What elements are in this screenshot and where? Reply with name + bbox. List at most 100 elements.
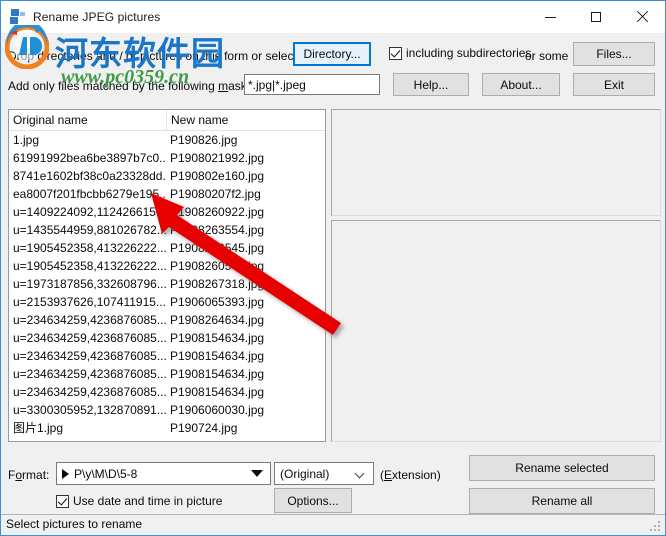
table-row[interactable]: 1.jpg P190826.jpg: [9, 131, 325, 149]
table-row[interactable]: 图片1.jpg P190724.jpg: [9, 419, 325, 437]
cell-original-name: 61991992bea6be3897b7c0...: [13, 151, 166, 165]
preview-panel-bottom[interactable]: [331, 220, 661, 442]
table-row[interactable]: u=234634259,4236876085... P1908154634.jpg: [9, 347, 325, 365]
table-row[interactable]: u=2153937626,107411915... P1906065393.jpg: [9, 293, 325, 311]
minimize-button[interactable]: [527, 1, 573, 33]
file-list[interactable]: Original name New name 1.jpg P190826.jpg 6…: [8, 109, 326, 442]
title-bar: Rename JPEG pictures: [1, 1, 665, 33]
app-icon: [10, 9, 26, 25]
cell-new-name: P1908154634.jpg: [170, 331, 265, 345]
cell-original-name: u=1973187856,332608796...: [13, 277, 166, 291]
use-date-and-time-checkbox[interactable]: Use date and time in picture: [56, 494, 222, 508]
chevron-down-icon[interactable]: [356, 470, 364, 478]
cell-new-name: P1906065393.jpg: [170, 295, 265, 309]
maximize-icon: [591, 12, 601, 22]
play-triangle-icon: [62, 468, 69, 479]
cell-original-name: u=1435544959,881026782...: [13, 223, 166, 237]
rename-all-button[interactable]: Rename all: [469, 488, 655, 514]
or-some-label: or some: [525, 49, 569, 63]
cell-original-name: u=1905452358,413226222...: [13, 259, 166, 273]
cell-original-name: u=234634259,4236876085...: [13, 367, 166, 381]
format-combo[interactable]: P\y\M\D\5-8: [56, 462, 271, 485]
including-subdirectories-checkbox[interactable]: including subdirectories,: [389, 46, 535, 60]
cell-new-name: P1908154634.jpg: [170, 349, 265, 363]
cell-new-name: P1908021992.jpg: [170, 151, 265, 165]
resize-grip-icon[interactable]: [650, 521, 662, 533]
use-date-and-time-label: Use date and time in picture: [73, 494, 223, 508]
cell-original-name: u=2153937626,107411915...: [13, 295, 166, 309]
checkbox-checked-icon: [389, 46, 402, 60]
cell-new-name: P1908263554.jpg: [170, 223, 265, 237]
file-list-body: 1.jpg P190826.jpg 61991992bea6be3897b7c0..…: [9, 131, 325, 437]
cell-original-name: 1.jpg: [13, 133, 40, 147]
format-label: Format:: [8, 468, 50, 482]
options-button[interactable]: Options...: [274, 488, 352, 513]
cell-original-name: 8741e1602bf38c0a23328dd...: [13, 169, 166, 183]
format-combo-value: P\y\M\D\5-8: [74, 466, 138, 481]
table-row[interactable]: u=234634259,4236876085... P1908154634.jpg: [9, 383, 325, 401]
mask-input[interactable]: [244, 74, 380, 95]
directory-button[interactable]: Directory...: [293, 42, 371, 66]
drop-hint-label: Drop directories and / or pictures on th…: [8, 49, 307, 63]
cell-original-name: u=1905452358,413226222...: [13, 241, 166, 255]
table-row[interactable]: u=1973187856,332608796... P1908267318.jpg: [9, 275, 325, 293]
cell-original-name: u=234634259,4236876085...: [13, 349, 166, 363]
table-row[interactable]: ea8007f201fbcbb6279e195... P19080207f2.jp…: [9, 185, 325, 203]
rename-jpeg-pictures-window: Rename JPEG pictures Drop directories an…: [0, 0, 666, 536]
table-row[interactable]: u=234634259,4236876085... P1908154634.jpg: [9, 329, 325, 347]
maximize-button[interactable]: [573, 1, 619, 33]
help-button[interactable]: Help...: [393, 73, 469, 96]
table-row[interactable]: u=1905452358,413226222... P1908260545.jpg: [9, 239, 325, 257]
table-row[interactable]: u=1905452358,413226222... P1908260545.jpg: [9, 257, 325, 275]
cell-original-name: u=3300305952,132870891...: [13, 403, 166, 417]
files-button[interactable]: Files...: [573, 42, 655, 66]
cell-new-name: P190802e160.jpg: [170, 169, 265, 183]
cell-new-name: P1908154634.jpg: [170, 367, 265, 381]
cell-original-name: 图片1.jpg: [13, 421, 64, 435]
cell-original-name: u=234634259,4236876085...: [13, 313, 166, 327]
format-combo-value-wrap: P\y\M\D\5-8: [57, 467, 251, 481]
table-row[interactable]: u=3300305952,132870891... P1906060030.jpg: [9, 401, 325, 419]
extension-combo[interactable]: (Original): [274, 462, 374, 485]
chevron-down-icon[interactable]: [251, 470, 263, 477]
table-row[interactable]: u=234634259,4236876085... P1908264634.jpg: [9, 311, 325, 329]
cell-original-name: u=234634259,4236876085...: [13, 331, 166, 345]
cell-new-name: P1908154634.jpg: [170, 385, 265, 399]
status-bar: Select pictures to rename: [1, 514, 665, 535]
close-icon: [636, 11, 648, 23]
window-title: Rename JPEG pictures: [33, 10, 161, 24]
cell-original-name: u=1409224092,112426615...: [13, 205, 166, 219]
extension-label: (Extension): [380, 468, 441, 482]
cell-new-name: P1908260545.jpg: [170, 241, 265, 255]
preview-panel-top[interactable]: [331, 109, 661, 216]
cell-new-name: P190724.jpg: [170, 421, 238, 435]
extension-combo-value: (Original): [280, 466, 330, 481]
exit-button[interactable]: Exit: [573, 73, 655, 96]
column-header-original-name[interactable]: Original name: [9, 110, 165, 130]
cell-original-name: u=234634259,4236876085...: [13, 385, 166, 399]
checkbox-checked-icon: [56, 494, 69, 508]
extension-combo-value-wrap: (Original): [275, 467, 356, 481]
including-subdirectories-label: including subdirectories,: [406, 46, 535, 60]
cell-new-name: P1908260922.jpg: [170, 205, 265, 219]
cell-original-name: ea8007f201fbcbb6279e195...: [13, 187, 166, 201]
cell-new-name: P1908260545.jpg: [170, 259, 265, 273]
file-list-header: Original name New name: [9, 110, 325, 131]
cell-new-name: P19080207f2.jpg: [170, 187, 261, 201]
minimize-icon: [544, 16, 556, 18]
table-row[interactable]: u=234634259,4236876085... P1908154634.jpg: [9, 365, 325, 383]
close-button[interactable]: [619, 1, 665, 33]
rename-selected-button[interactable]: Rename selected: [469, 455, 655, 481]
table-row[interactable]: u=1409224092,112426615... P1908260922.jpg: [9, 203, 325, 221]
table-row[interactable]: 61991992bea6be3897b7c0... P1908021992.jpg: [9, 149, 325, 167]
mask-label: Add only files matched by the following …: [8, 79, 267, 93]
window-controls: [527, 1, 665, 33]
cell-new-name: P1908264634.jpg: [170, 313, 265, 327]
column-header-new-name[interactable]: New name: [166, 110, 325, 130]
table-row[interactable]: u=1435544959,881026782... P1908263554.jpg: [9, 221, 325, 239]
status-text: Select pictures to rename: [6, 517, 143, 531]
cell-new-name: P190826.jpg: [170, 133, 238, 147]
client-area: Drop directories and / or pictures on th…: [1, 33, 665, 535]
table-row[interactable]: 8741e1602bf38c0a23328dd... P190802e160.jp…: [9, 167, 325, 185]
about-button[interactable]: About...: [482, 73, 560, 96]
